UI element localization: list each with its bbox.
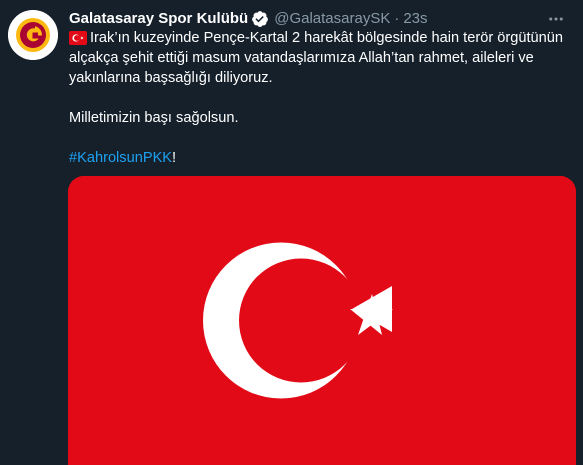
tweet-paragraph-1: Irak’ın kuzeyinde Pençe-Kartal 2 harekât… — [69, 28, 573, 88]
turkey-flag-image — [68, 176, 576, 465]
tweet-media[interactable] — [68, 176, 576, 465]
timestamp[interactable]: 23s — [403, 9, 427, 29]
display-name[interactable]: Galatasaray Spor Kulübü — [69, 9, 248, 29]
tweet-text-line-1: Irak’ın kuzeyinde Pençe-Kartal 2 harekât… — [69, 30, 563, 86]
user-handle[interactable]: @GalatasaraySK — [274, 9, 390, 29]
tweet-hashtag-paragraph: #KahrolsunPKK! — [69, 148, 573, 168]
tweet-text: Irak’ın kuzeyinde Pençe-Kartal 2 harekât… — [69, 28, 573, 168]
tweet-header: Galatasaray Spor Kulübü @GalatasaraySK ·… — [69, 9, 428, 29]
hashtag-link[interactable]: #KahrolsunPKK — [69, 150, 172, 166]
galatasaray-logo-icon — [8, 10, 58, 60]
hashtag-suffix: ! — [172, 150, 177, 166]
separator-dot: · — [394, 10, 400, 27]
turkey-flag-icon — [69, 31, 87, 45]
avatar[interactable] — [8, 10, 58, 60]
tweet-text-line-2: Milletimizin başı sağolsun. — [69, 110, 239, 126]
more-options-icon[interactable] — [545, 8, 567, 30]
tweet: Galatasaray Spor Kulübü @GalatasaraySK ·… — [0, 0, 583, 465]
verified-badge-icon — [251, 10, 269, 28]
